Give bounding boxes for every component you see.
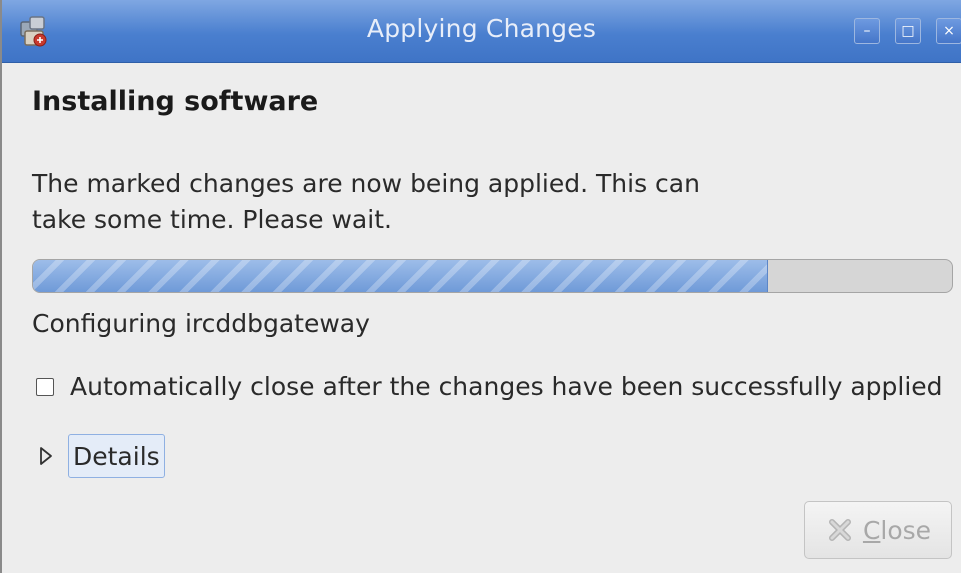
auto-close-option[interactable]: Automatically close after the changes ha… [36,372,943,401]
close-x-icon [828,519,851,541]
close-window-button[interactable]: × [936,18,961,44]
maximize-icon: □ [901,23,915,39]
auto-close-label[interactable]: Automatically close after the changes ha… [70,372,943,401]
maximize-button[interactable]: □ [895,18,921,44]
details-label: Details [73,441,160,471]
dialog-window: Applying Changes – □ × Installing softwa… [0,0,961,573]
minimize-icon: – [863,23,871,39]
details-toggle[interactable]: Details [68,434,165,478]
minimize-button[interactable]: – [854,18,880,44]
title-bar[interactable]: Applying Changes – □ × [2,0,961,63]
page-title: Installing software [32,86,319,117]
expander-triangle-icon[interactable] [36,446,56,466]
close-button-label: Close [863,516,931,545]
close-mnemonic: C [862,515,881,545]
close-label-rest: lose [880,515,932,545]
close-icon: × [943,23,955,39]
details-expander[interactable]: Details [36,434,165,478]
progress-bar-fill [33,260,769,292]
description-text: The marked changes are now being applied… [32,169,700,234]
window-title: Applying Changes [366,14,597,43]
close-button[interactable]: Close [804,501,952,559]
status-text: Configuring ircddbgateway [32,309,370,338]
auto-close-checkbox[interactable] [36,377,54,396]
progress-bar [32,259,953,293]
